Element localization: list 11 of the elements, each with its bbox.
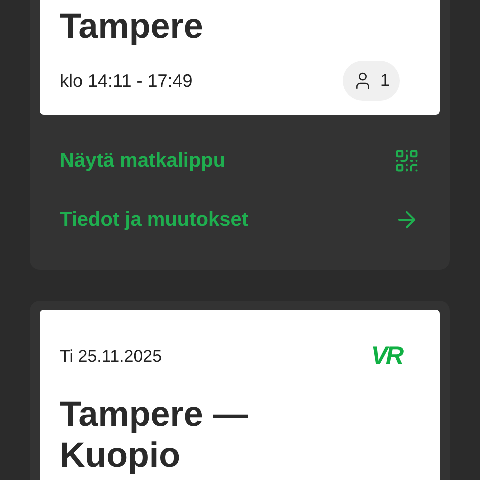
- route-title: Tampere: [60, 6, 204, 47]
- ticket-card[interactable]: Ti 25.11.2025 VR Tampere — Kuopio: [40, 310, 440, 480]
- route-title: Tampere — Kuopio: [60, 394, 250, 476]
- trip-date: Ti 25.11.2025: [60, 346, 162, 368]
- action-link[interactable]: Tiedot ja muutokset: [60, 190, 420, 249]
- passenger-count: 1: [342, 61, 400, 101]
- action-link[interactable]: Näytä matkalippu: [60, 131, 420, 190]
- trip-time: klo 14:11 - 17:49: [60, 70, 193, 92]
- logo: VR: [371, 341, 402, 372]
- qr-code-icon: [394, 148, 420, 174]
- ticket-card[interactable]: Tampere klo 14:11 - 17:49 1: [40, 0, 440, 115]
